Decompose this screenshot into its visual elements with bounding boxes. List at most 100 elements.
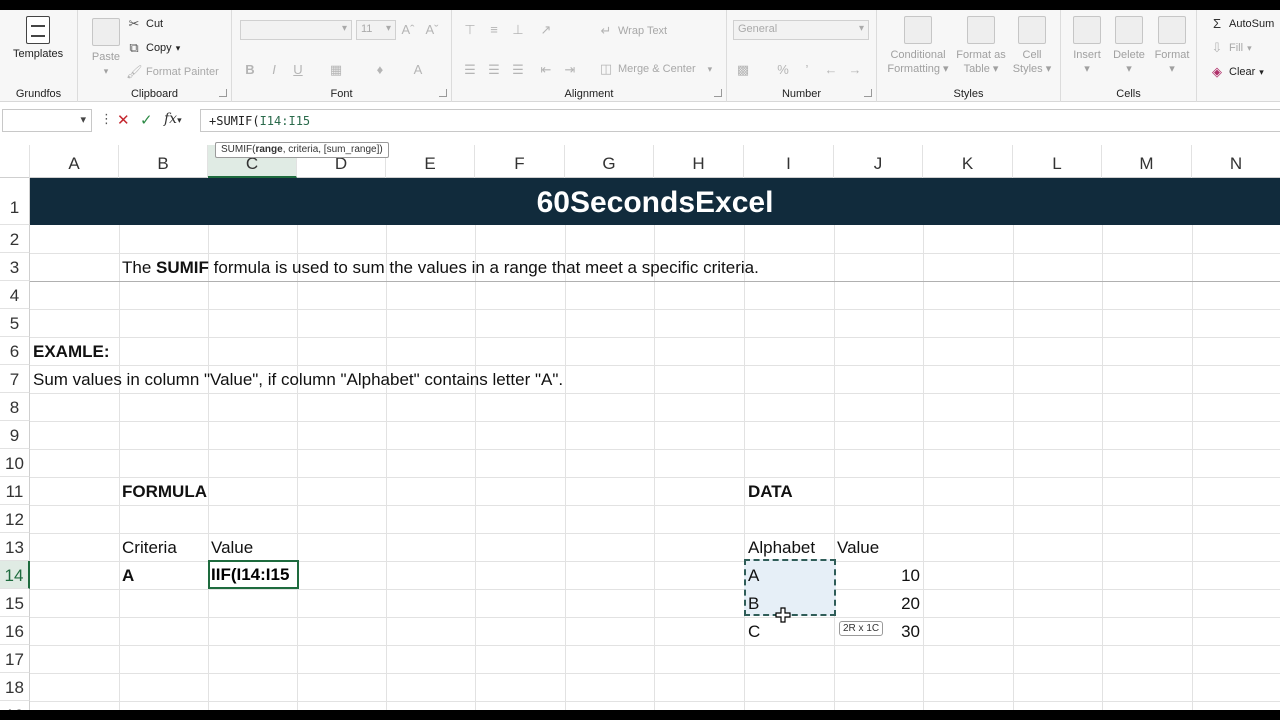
row-header-3[interactable]: 3 (0, 253, 30, 281)
paste-button[interactable]: Paste ▾ (86, 18, 126, 78)
grow-font-button[interactable]: Aˆ (400, 22, 416, 38)
indent-increase-button[interactable]: ⇥ (562, 62, 578, 78)
italic-button[interactable]: I (266, 62, 282, 78)
row-header-11[interactable]: 11 (0, 477, 30, 505)
cell-b11-formula-header[interactable]: FORMULA (122, 482, 207, 502)
row-header-13[interactable]: 13 (0, 533, 30, 561)
row-header-14[interactable]: 14 (0, 561, 30, 589)
cell-j15[interactable]: 20 (836, 594, 920, 614)
row-header-18[interactable]: 18 (0, 673, 30, 701)
format-as-table-button[interactable]: Format as Table ▾ (951, 16, 1011, 76)
col-header-a[interactable]: A (30, 145, 119, 178)
more-options-icon[interactable]: ⋮ (100, 111, 113, 127)
autosum-button[interactable]: Σ AutoSum (1209, 16, 1274, 32)
cell-i14[interactable]: A (748, 566, 759, 586)
orientation-button[interactable]: ↗ (538, 22, 554, 38)
align-right-button[interactable]: ☰ (510, 62, 526, 78)
active-cell-c14[interactable]: IIF(I14:I15 (208, 560, 299, 589)
cell-b14-criteria[interactable]: A (122, 566, 134, 586)
col-header-n[interactable]: N (1192, 145, 1280, 178)
align-bottom-button[interactable]: ⊥ (510, 22, 526, 38)
cell-b13-criteria-header[interactable]: Criteria (122, 538, 177, 558)
col-header-m[interactable]: M (1102, 145, 1192, 178)
col-header-f[interactable]: F (475, 145, 565, 178)
col-header-k[interactable]: K (923, 145, 1013, 178)
font-size-select[interactable]: 11 (356, 20, 396, 40)
clipboard-launcher-icon[interactable] (219, 89, 227, 97)
function-argument-tooltip[interactable]: SUMIF(range, criteria, [sum_range]) (215, 142, 389, 158)
cell-a7-example-text[interactable]: Sum values in column "Value", if column … (33, 370, 563, 390)
decrease-decimal-button[interactable]: → (847, 62, 863, 78)
font-color-button[interactable]: A (410, 62, 426, 78)
number-format-select[interactable]: General (733, 20, 869, 40)
underline-button[interactable]: U (290, 62, 306, 78)
cell-i15[interactable]: B (748, 594, 759, 614)
cell-i13-alphabet-header[interactable]: Alphabet (748, 538, 815, 558)
cell-c13-value-header[interactable]: Value (211, 538, 253, 558)
delete-button[interactable]: Delete ▾ (1109, 16, 1149, 76)
col-header-l[interactable]: L (1013, 145, 1102, 178)
row-header-10[interactable]: 10 (0, 449, 30, 477)
row-header-4[interactable]: 4 (0, 281, 30, 309)
accounting-button[interactable]: ▩ (735, 62, 751, 78)
row-header-15[interactable]: 15 (0, 589, 30, 617)
align-center-button[interactable]: ☰ (486, 62, 502, 78)
title-banner[interactable]: 60SecondsExcel (30, 178, 1280, 225)
format-button[interactable]: Format ▾ (1151, 16, 1193, 76)
cell-styles-button[interactable]: Cell Styles ▾ (1009, 16, 1055, 76)
bold-button[interactable]: B (242, 62, 258, 78)
format-painter-button[interactable]: 🖌 Format Painter (126, 64, 219, 80)
merge-center-button[interactable]: ◫ Merge & Center ▾ (598, 61, 712, 77)
row-header-17[interactable]: 17 (0, 645, 30, 673)
row-header-19[interactable]: 19 (0, 701, 30, 710)
row-header-5[interactable]: 5 (0, 309, 30, 337)
copy-button[interactable]: ⧉ Copy ▾ (126, 40, 180, 56)
fill-button[interactable]: ⇩ Fill ▾ (1209, 40, 1252, 56)
col-header-i[interactable]: I (744, 145, 834, 178)
cut-button[interactable]: ✂ Cut (126, 16, 164, 32)
col-header-b[interactable]: B (119, 145, 208, 178)
increase-decimal-button[interactable]: ← (823, 62, 839, 78)
borders-button[interactable]: ▦ (328, 62, 344, 78)
row-header-9[interactable]: 9 (0, 421, 30, 449)
cell-a6-example-label[interactable]: EXAMLE: (33, 342, 110, 362)
formula-input[interactable]: +SUMIF(I14:I15 (200, 109, 1280, 132)
conditional-formatting-button[interactable]: Conditional Formatting ▾ (881, 16, 955, 76)
insert-function-icon[interactable]: fx▾ (164, 111, 182, 127)
col-header-j[interactable]: J (834, 145, 923, 178)
align-middle-button[interactable]: ≡ (486, 22, 502, 38)
templates-button[interactable]: Templates (13, 48, 63, 60)
insert-button[interactable]: Insert ▾ (1067, 16, 1107, 76)
row-header-7[interactable]: 7 (0, 365, 30, 393)
font-launcher-icon[interactable] (439, 89, 447, 97)
fill-color-button[interactable]: ♦ (372, 62, 388, 78)
font-name-select[interactable] (240, 20, 352, 40)
wrap-text-button[interactable]: ↵ Wrap Text (598, 23, 668, 39)
clear-button[interactable]: ◈ Clear ▾ (1209, 64, 1264, 80)
cell-b3-description[interactable]: The SUMIF formula is used to sum the val… (122, 258, 759, 278)
row-header-16[interactable]: 16 (0, 617, 30, 645)
cell-j13-value-header[interactable]: Value (837, 538, 879, 558)
row-header-12[interactable]: 12 (0, 505, 30, 533)
row-header-6[interactable]: 6 (0, 337, 30, 365)
percent-button[interactable]: % (775, 62, 791, 78)
name-box[interactable] (2, 109, 92, 132)
enter-check-icon[interactable]: ✓ (140, 111, 153, 129)
shrink-font-button[interactable]: Aˇ (424, 22, 440, 38)
cell-j14[interactable]: 10 (836, 566, 920, 586)
cell-i11-data-header[interactable]: DATA (748, 482, 793, 502)
col-header-e[interactable]: E (386, 145, 475, 178)
row-header-1[interactable]: 1 (0, 178, 30, 225)
cancel-icon[interactable]: ✕ (117, 111, 130, 129)
row-header-2[interactable]: 2 (0, 225, 30, 253)
comma-button[interactable]: ’ (799, 62, 815, 78)
select-all-corner[interactable] (0, 145, 30, 178)
col-header-h[interactable]: H (654, 145, 744, 178)
indent-decrease-button[interactable]: ⇤ (538, 62, 554, 78)
number-launcher-icon[interactable] (864, 89, 872, 97)
alignment-launcher-icon[interactable] (714, 89, 722, 97)
align-top-button[interactable]: ⊤ (462, 22, 478, 38)
row-header-8[interactable]: 8 (0, 393, 30, 421)
cell-i16[interactable]: C (748, 622, 760, 642)
align-left-button[interactable]: ☰ (462, 62, 478, 78)
